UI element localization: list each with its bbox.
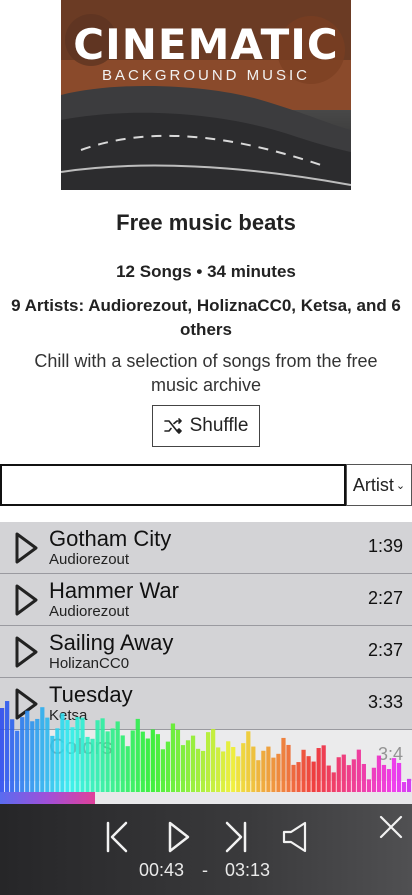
track-name: Colors [49,734,113,759]
shuffle-icon [163,418,182,434]
play-icon[interactable] [14,635,40,669]
track-duration: 3:4 [377,744,403,764]
next-icon[interactable] [223,820,249,854]
cover-title: CINEMATIC [73,20,339,69]
shuffle-label: Shuffle [189,415,249,436]
volume-icon[interactable] [281,820,311,854]
current-time: 00:43 [139,860,185,880]
search-input[interactable] [0,464,346,506]
track-duration: 2:37 [367,640,403,660]
chevron-down-icon: ⌄ [395,479,406,492]
progress-fill [0,792,95,804]
play-icon[interactable] [14,583,40,617]
total-time: 03:13 [225,860,271,880]
cover-subtitle: BACKGROUND MUSIC [101,67,310,84]
track-row[interactable]: Gotham City Audiorezout 1:39 [0,522,412,574]
track-row[interactable]: Hammer War Audiorezout 2:27 [0,574,412,626]
track-duration: 1:39 [367,536,403,556]
track-name: Gotham City [49,526,172,551]
track-name: Tuesday [49,682,133,707]
track-artist: Audiorezout [49,551,130,568]
sort-selected-value: Artist [352,474,394,495]
album-cover: CINEMATIC BACKGROUND MUSIC [61,0,351,190]
play-icon[interactable] [14,531,40,565]
sort-select[interactable]: Artist ⌄ [346,464,412,506]
playlist-stats: 12 Songs • 34 minutes [116,262,296,281]
shuffle-button[interactable]: Shuffle [152,405,260,447]
track-name: Sailing Away [49,630,174,655]
play-icon[interactable] [14,687,40,721]
track-artist: Audiorezout [49,603,130,620]
close-icon[interactable] [378,814,404,840]
track-row[interactable]: Sailing Away HolizanCC0 2:37 [0,626,412,678]
time-separator: - [202,860,208,880]
track-duration: 2:27 [367,588,403,608]
playlist-artists: 9 Artists: Audiorezout, HoliznaCC0, Kets… [11,296,401,339]
play-icon[interactable] [166,820,192,854]
track-row[interactable]: Tuesday Ketsa 3:33 [0,678,412,730]
track-artist: Ketsa [49,707,88,724]
playlist-title: Free music beats [116,210,296,235]
track-row[interactable]: Colors 3:4 [0,730,412,781]
playlist-description: Chill with a selection of songs from the… [34,351,378,395]
track-name: Hammer War [49,578,179,603]
track-artist: HolizanCC0 [49,655,130,672]
player-bar [0,804,412,895]
track-list: Gotham City Audiorezout 1:39 Hammer War … [0,522,412,792]
previous-icon[interactable] [104,820,130,854]
track-duration: 3:33 [367,692,403,712]
